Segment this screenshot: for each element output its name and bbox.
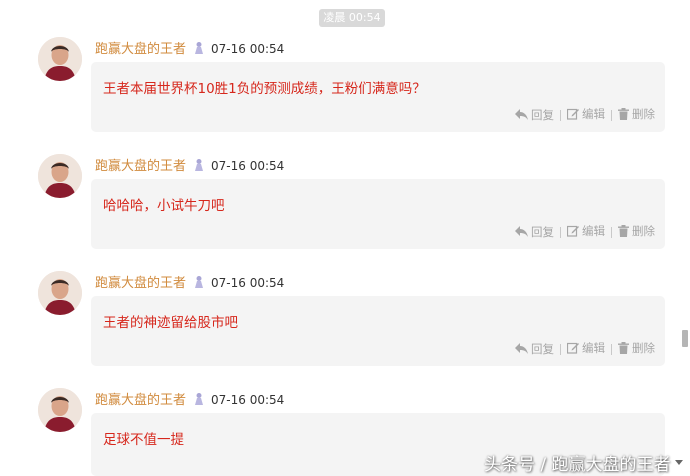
message-text: 王者的神迹留给股市吧 bbox=[103, 315, 238, 331]
reply-button[interactable]: 回复 bbox=[515, 107, 554, 123]
message-meta: 跑赢大盘的王者 07-16 00:54 bbox=[95, 158, 284, 174]
message-meta: 跑赢大盘的王者 07-16 00:54 bbox=[95, 41, 284, 57]
delete-label: 删除 bbox=[632, 224, 655, 238]
delete-label: 删除 bbox=[632, 107, 655, 121]
edit-button[interactable]: 编辑 bbox=[567, 223, 605, 239]
avatar[interactable] bbox=[38, 154, 82, 198]
badge-icon bbox=[193, 392, 205, 406]
delete-icon bbox=[618, 108, 629, 120]
delete-icon bbox=[618, 225, 629, 237]
chevron-down-icon bbox=[675, 460, 683, 465]
message-actions: 回复 编辑 删除 bbox=[515, 106, 655, 123]
message-bubble: 王者的神迹留给股市吧 回复 编辑 删除 bbox=[91, 296, 665, 366]
avatar[interactable] bbox=[38, 37, 82, 81]
message-text: 哈哈哈，小试牛刀吧 bbox=[103, 198, 225, 214]
author-name[interactable]: 跑赢大盘的王者 bbox=[95, 42, 186, 57]
edit-label: 编辑 bbox=[582, 224, 605, 238]
time-divider: 凌晨 00:54 bbox=[319, 9, 385, 27]
edit-button[interactable]: 编辑 bbox=[567, 340, 605, 356]
badge-icon bbox=[193, 158, 205, 172]
divider bbox=[611, 227, 612, 238]
message-bubble: 哈哈哈，小试牛刀吧 回复 编辑 删除 bbox=[91, 179, 665, 249]
edit-icon bbox=[567, 342, 579, 354]
message-item: 跑赢大盘的王者 07-16 00:54 王者的神迹留给股市吧 回复 编辑 删除 bbox=[0, 271, 690, 391]
message-text: 足球不值一提 bbox=[103, 432, 184, 448]
delete-label: 删除 bbox=[632, 341, 655, 355]
reply-label: 回复 bbox=[531, 224, 554, 239]
avatar[interactable] bbox=[38, 271, 82, 315]
reply-label: 回复 bbox=[531, 341, 554, 356]
author-name[interactable]: 跑赢大盘的王者 bbox=[95, 393, 186, 408]
delete-button[interactable]: 删除 bbox=[618, 106, 655, 122]
message-text: 王者本届世界杯10胜1负的预测成绩，王粉们满意吗？ bbox=[103, 81, 426, 97]
divider bbox=[560, 227, 561, 238]
edit-button[interactable]: 编辑 bbox=[567, 106, 605, 122]
message-time: 07-16 00:54 bbox=[211, 393, 285, 407]
divider bbox=[560, 344, 561, 355]
edit-icon bbox=[567, 225, 579, 237]
scrollbar-thumb[interactable] bbox=[682, 330, 688, 347]
reply-icon bbox=[515, 226, 528, 237]
edit-icon bbox=[567, 108, 579, 120]
delete-icon bbox=[618, 342, 629, 354]
message-time: 07-16 00:54 bbox=[211, 159, 285, 173]
reply-button[interactable]: 回复 bbox=[515, 224, 554, 240]
divider bbox=[611, 110, 612, 121]
reply-button[interactable]: 回复 bbox=[515, 341, 554, 357]
delete-button[interactable]: 删除 bbox=[618, 223, 655, 239]
message-item: 跑赢大盘的王者 07-16 00:54 哈哈哈，小试牛刀吧 回复 编辑 删除 bbox=[0, 154, 690, 274]
badge-icon bbox=[193, 41, 205, 55]
divider bbox=[560, 110, 561, 121]
reply-icon bbox=[515, 109, 528, 120]
message-time: 07-16 00:54 bbox=[211, 42, 285, 56]
message-meta: 跑赢大盘的王者 07-16 00:54 bbox=[95, 392, 284, 408]
message-bubble: 王者本届世界杯10胜1负的预测成绩，王粉们满意吗？ 回复 编辑 删除 bbox=[91, 62, 665, 132]
avatar[interactable] bbox=[38, 388, 82, 432]
message-meta: 跑赢大盘的王者 07-16 00:54 bbox=[95, 275, 284, 291]
edit-label: 编辑 bbox=[582, 107, 605, 121]
delete-button[interactable]: 删除 bbox=[618, 340, 655, 356]
author-name[interactable]: 跑赢大盘的王者 bbox=[95, 276, 186, 291]
author-name[interactable]: 跑赢大盘的王者 bbox=[95, 159, 186, 174]
watermark: 头条号 / 跑赢大盘的王者 bbox=[484, 455, 671, 475]
edit-label: 编辑 bbox=[582, 341, 605, 355]
message-time: 07-16 00:54 bbox=[211, 276, 285, 290]
message-actions: 回复 编辑 删除 bbox=[515, 223, 655, 240]
reply-icon bbox=[515, 343, 528, 354]
badge-icon bbox=[193, 275, 205, 289]
divider bbox=[611, 344, 612, 355]
reply-label: 回复 bbox=[531, 107, 554, 122]
message-actions: 回复 编辑 删除 bbox=[515, 340, 655, 357]
message-item: 跑赢大盘的王者 07-16 00:54 王者本届世界杯10胜1负的预测成绩，王粉们… bbox=[0, 37, 690, 157]
